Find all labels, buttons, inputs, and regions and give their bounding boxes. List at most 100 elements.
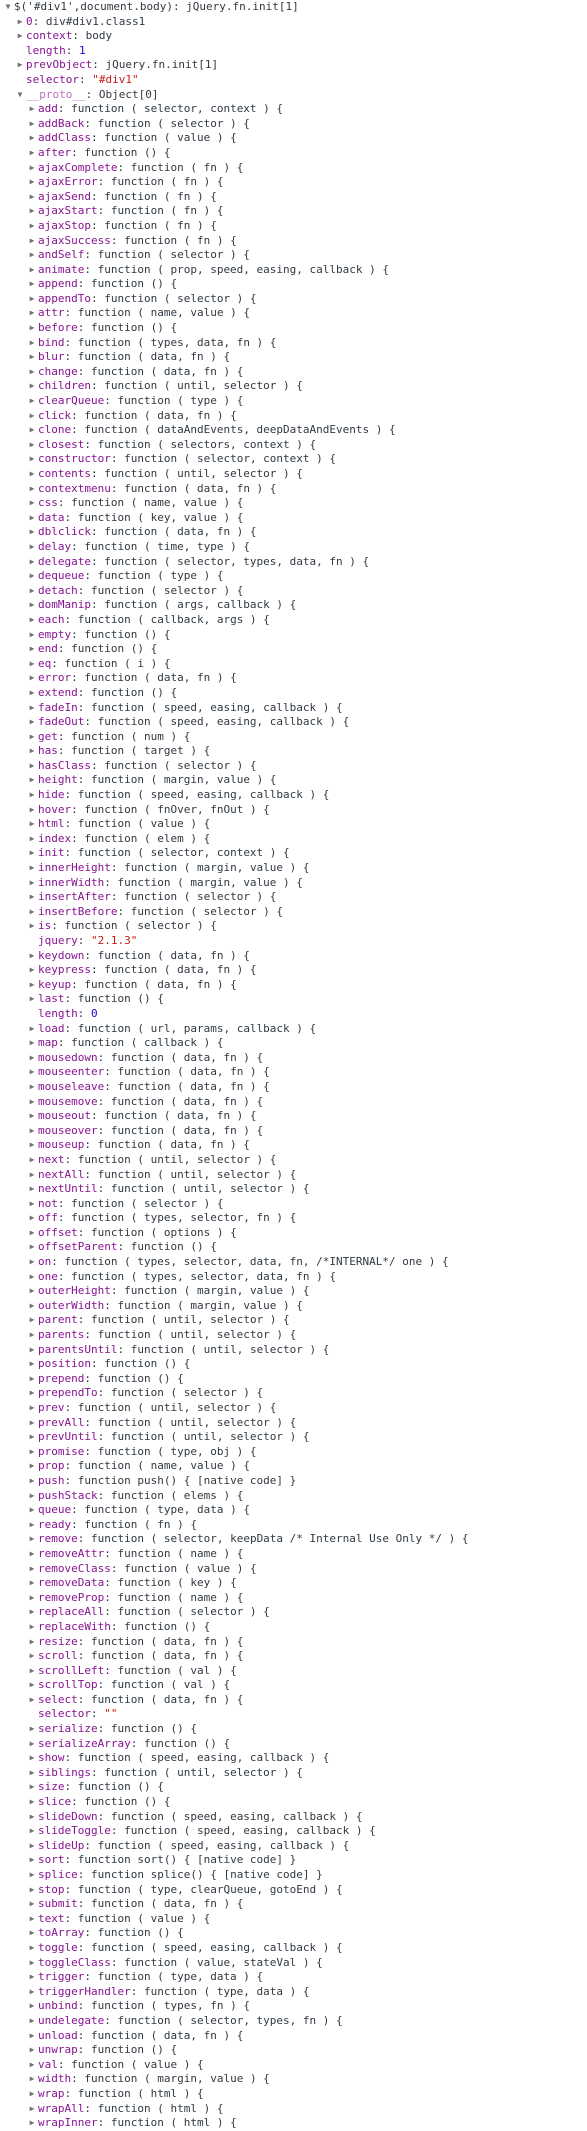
triangle-right-icon[interactable]: ▶ [26, 525, 38, 540]
triangle-right-icon[interactable]: ▶ [26, 1036, 38, 1051]
triangle-right-icon[interactable]: ▶ [26, 628, 38, 643]
triangle-right-icon[interactable]: ▶ [26, 1401, 38, 1416]
triangle-down-icon[interactable]: ▼ [14, 88, 26, 103]
property-row[interactable]: ▶ prevObject: jQuery.fn.init[1] [0, 58, 587, 73]
triangle-right-icon[interactable]: ▶ [26, 1620, 38, 1635]
property-row[interactable]: ▶ attr: function ( name, value ) { [0, 306, 587, 321]
triangle-right-icon[interactable]: ▶ [26, 161, 38, 176]
triangle-right-icon[interactable]: ▶ [26, 1168, 38, 1183]
triangle-right-icon[interactable]: ▶ [26, 1313, 38, 1328]
property-row[interactable]: ▶ children: function ( until, selector ) … [0, 379, 587, 394]
triangle-right-icon[interactable]: ▶ [26, 1883, 38, 1898]
triangle-right-icon[interactable]: ▶ [26, 1605, 38, 1620]
property-row[interactable]: ▶ contextmenu: function ( data, fn ) { [0, 482, 587, 497]
property-row[interactable]: ▶ pushStack: function ( elems ) { [0, 1489, 587, 1504]
triangle-right-icon[interactable]: ▶ [26, 467, 38, 482]
triangle-right-icon[interactable]: ▶ [26, 511, 38, 526]
property-row[interactable]: ▶ hover: function ( fnOver, fnOut ) { [0, 803, 587, 818]
property-row[interactable]: ▶ constructor: function ( selector, conte… [0, 452, 587, 467]
property-row[interactable]: ▶ ajaxComplete: function ( fn ) { [0, 161, 587, 176]
property-row[interactable]: ▶ one: function ( types, selector, data, … [0, 1270, 587, 1285]
triangle-right-icon[interactable]: ▶ [26, 1284, 38, 1299]
property-row[interactable]: ▶ wrapInner: function ( html ) { [0, 2116, 587, 2131]
property-row[interactable]: ▶ add: function ( selector, context ) { [0, 102, 587, 117]
property-row[interactable]: ▶ parent: function ( until, selector ) { [0, 1313, 587, 1328]
property-row[interactable]: ▶ dequeue: function ( type ) { [0, 569, 587, 584]
property-row[interactable]: ▶ resize: function ( data, fn ) { [0, 1635, 587, 1650]
property-row[interactable]: ▶ removeClass: function ( value ) { [0, 1562, 587, 1577]
property-row[interactable]: ▶ select: function ( data, fn ) { [0, 1693, 587, 1708]
triangle-right-icon[interactable]: ▶ [26, 2058, 38, 2073]
triangle-right-icon[interactable]: ▶ [26, 978, 38, 993]
property-row[interactable]: ▶ change: function ( data, fn ) { [0, 365, 587, 380]
property-row[interactable]: ▶ html: function ( value ) { [0, 817, 587, 832]
triangle-right-icon[interactable]: ▶ [26, 1868, 38, 1883]
property-row[interactable]: ▶ andSelf: function ( selector ) { [0, 248, 587, 263]
triangle-right-icon[interactable]: ▶ [26, 671, 38, 686]
property-row[interactable]: ▶ unload: function ( data, fn ) { [0, 2029, 587, 2044]
triangle-right-icon[interactable]: ▶ [26, 1051, 38, 1066]
property-row[interactable]: ▶ after: function () { [0, 146, 587, 161]
property-row[interactable]: ▶ offsetParent: function () { [0, 1240, 587, 1255]
property-row[interactable]: ▶ hasClass: function ( selector ) { [0, 759, 587, 774]
triangle-right-icon[interactable]: ▶ [26, 905, 38, 920]
triangle-right-icon[interactable]: ▶ [26, 321, 38, 336]
triangle-right-icon[interactable]: ▶ [26, 409, 38, 424]
triangle-right-icon[interactable]: ▶ [26, 540, 38, 555]
triangle-right-icon[interactable]: ▶ [26, 1080, 38, 1095]
triangle-right-icon[interactable]: ▶ [26, 1226, 38, 1241]
property-row[interactable]: ▶ innerHeight: function ( margin, value )… [0, 861, 587, 876]
triangle-right-icon[interactable]: ▶ [26, 1386, 38, 1401]
proto-row[interactable]: ▼ __proto__: Object[0] [0, 88, 587, 103]
triangle-right-icon[interactable]: ▶ [26, 715, 38, 730]
property-row[interactable]: ▶ mousemove: function ( data, fn ) { [0, 1095, 587, 1110]
property-row[interactable]: ▶ removeData: function ( key ) { [0, 1576, 587, 1591]
triangle-right-icon[interactable]: ▶ [26, 2116, 38, 2131]
triangle-right-icon[interactable]: ▶ [26, 817, 38, 832]
triangle-right-icon[interactable]: ▶ [26, 861, 38, 876]
triangle-right-icon[interactable]: ▶ [26, 1065, 38, 1080]
property-row[interactable]: ▶ ready: function ( fn ) { [0, 1518, 587, 1533]
property-row[interactable]: ▶ prevUntil: function ( until, selector )… [0, 1430, 587, 1445]
property-row[interactable]: ▶ click: function ( data, fn ) { [0, 409, 587, 424]
property-row[interactable]: ▶ toArray: function () { [0, 1926, 587, 1941]
root-object-row[interactable]: ▼ $('#div1',document.body): jQuery.fn.in… [0, 0, 587, 15]
triangle-right-icon[interactable]: ▶ [26, 1255, 38, 1270]
property-row[interactable]: ▶ blur: function ( data, fn ) { [0, 350, 587, 365]
property-row[interactable]: ▶ wrap: function ( html ) { [0, 2087, 587, 2102]
property-row[interactable]: ▶ prependTo: function ( selector ) { [0, 1386, 587, 1401]
property-row[interactable]: ▶ clone: function ( dataAndEvents, deepDa… [0, 423, 587, 438]
triangle-right-icon[interactable]: ▶ [26, 1912, 38, 1927]
triangle-right-icon[interactable]: ▶ [26, 438, 38, 453]
triangle-right-icon[interactable]: ▶ [26, 394, 38, 409]
triangle-right-icon[interactable]: ▶ [26, 190, 38, 205]
triangle-right-icon[interactable]: ▶ [26, 832, 38, 847]
triangle-right-icon[interactable]: ▶ [26, 1839, 38, 1854]
property-row[interactable]: ▶ queue: function ( type, data ) { [0, 1503, 587, 1518]
property-row[interactable]: ▶ empty: function () { [0, 628, 587, 643]
triangle-right-icon[interactable]: ▶ [26, 2087, 38, 2102]
triangle-right-icon[interactable]: ▶ [26, 1430, 38, 1445]
triangle-right-icon[interactable]: ▶ [26, 1138, 38, 1153]
property-row[interactable]: ▶ unwrap: function () { [0, 2043, 587, 2058]
property-row[interactable]: ▶ parents: function ( until, selector ) { [0, 1328, 587, 1343]
property-row[interactable]: ▶ mousedown: function ( data, fn ) { [0, 1051, 587, 1066]
triangle-right-icon[interactable]: ▶ [26, 146, 38, 161]
property-row[interactable]: ▶ is: function ( selector ) { [0, 919, 587, 934]
property-row[interactable]: ▶ fadeOut: function ( speed, easing, call… [0, 715, 587, 730]
triangle-right-icon[interactable]: ▶ [26, 175, 38, 190]
triangle-right-icon[interactable]: ▶ [26, 1503, 38, 1518]
triangle-right-icon[interactable]: ▶ [26, 890, 38, 905]
property-row[interactable]: ▶ 0: div#div1.class1 [0, 15, 587, 30]
property-row[interactable]: ▶ remove: function ( selector, keepData /… [0, 1532, 587, 1547]
property-row[interactable]: ▶ mouseup: function ( data, fn ) { [0, 1138, 587, 1153]
property-row[interactable]: ▶ ajaxError: function ( fn ) { [0, 175, 587, 190]
property-row[interactable]: ▶ nextUntil: function ( until, selector )… [0, 1182, 587, 1197]
property-row[interactable]: ▶ parentsUntil: function ( until, selecto… [0, 1343, 587, 1358]
triangle-right-icon[interactable]: ▶ [26, 1941, 38, 1956]
triangle-right-icon[interactable]: ▶ [26, 131, 38, 146]
property-row[interactable]: ▶ delegate: function ( selector, types, d… [0, 555, 587, 570]
triangle-right-icon[interactable]: ▶ [26, 1182, 38, 1197]
property-row[interactable]: ▶ scrollLeft: function ( val ) { [0, 1664, 587, 1679]
property-row[interactable]: ▶ siblings: function ( until, selector ) … [0, 1766, 587, 1781]
